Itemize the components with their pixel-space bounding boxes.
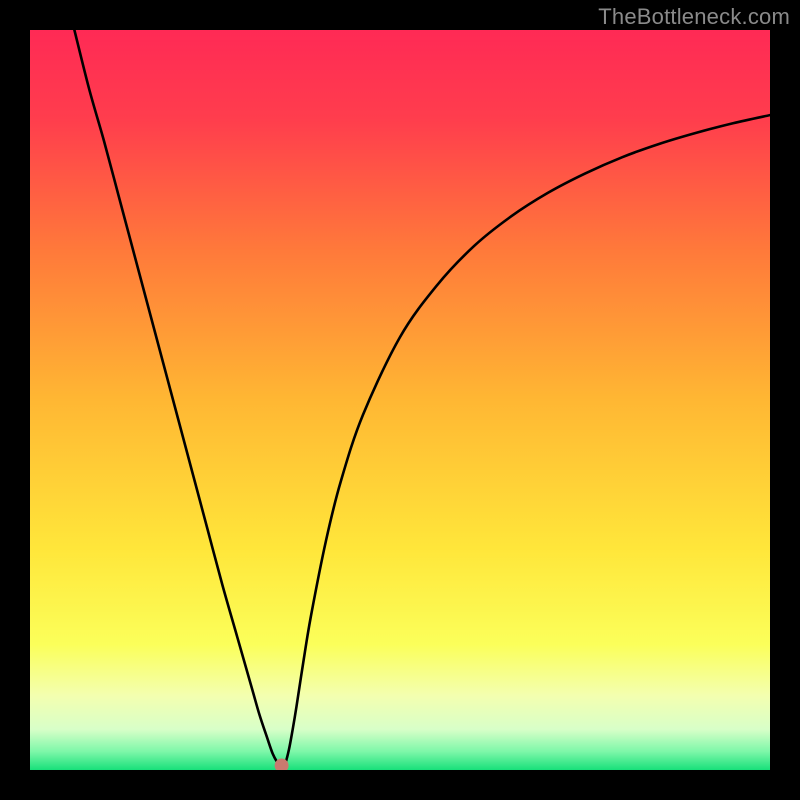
chart-frame: TheBottleneck.com — [0, 0, 800, 800]
plot-area — [30, 30, 770, 770]
chart-svg — [30, 30, 770, 770]
watermark-text: TheBottleneck.com — [598, 4, 790, 30]
gradient-bg — [30, 30, 770, 770]
